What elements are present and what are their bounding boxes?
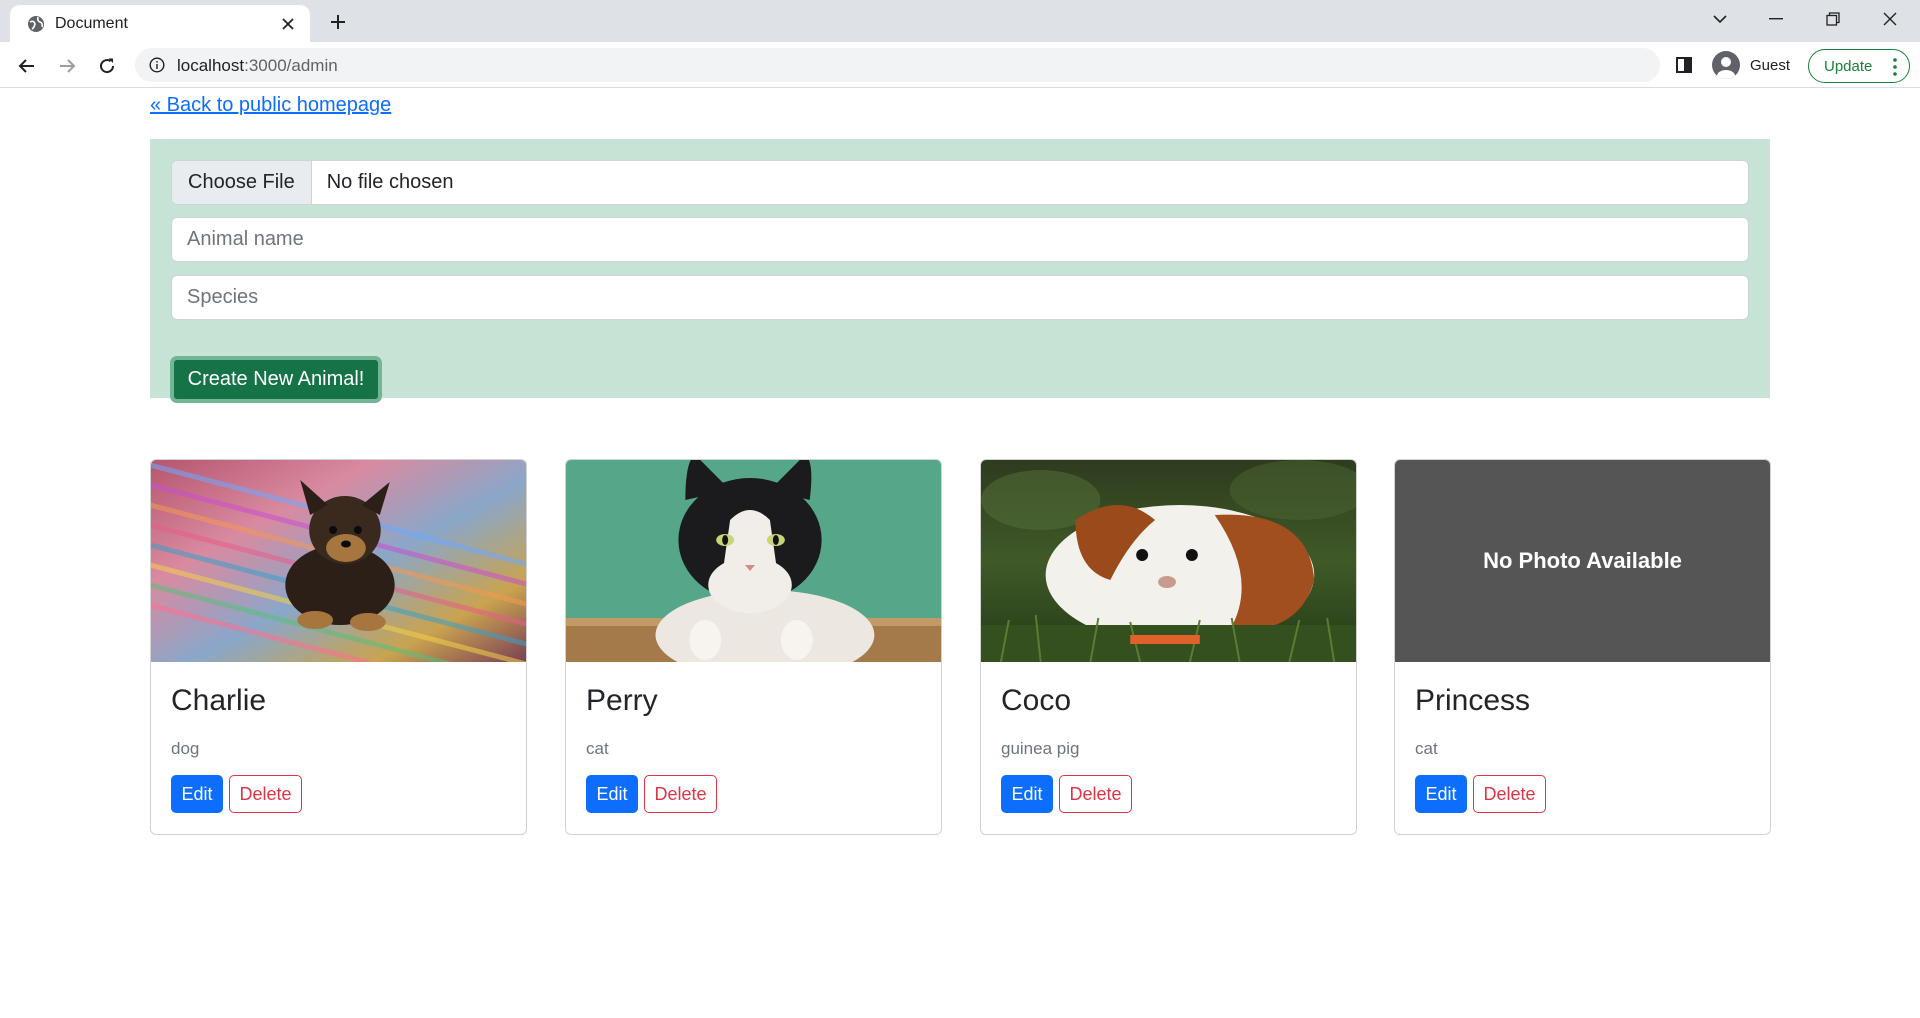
animal-card: Charlie dog Edit Delete xyxy=(150,459,527,835)
tab-title: Document xyxy=(55,15,128,32)
create-animal-button[interactable]: Create New Animal! xyxy=(170,356,382,403)
delete-button[interactable]: Delete xyxy=(229,775,302,813)
animal-card: Coco guinea pig Edit Delete xyxy=(980,459,1357,835)
tab-search-icon[interactable] xyxy=(1692,0,1748,38)
profile-button[interactable]: Guest xyxy=(1708,49,1800,81)
animal-name: Princess xyxy=(1415,684,1531,717)
browser-toolbar: localhost:3000/admin Guest Update xyxy=(0,42,1920,88)
animal-card: No Photo Available Princess cat Edit Del… xyxy=(1394,459,1771,835)
globe-icon xyxy=(26,14,46,34)
delete-button[interactable]: Delete xyxy=(644,775,717,813)
animal-name-input[interactable] xyxy=(171,217,1749,262)
browser-tab[interactable]: Document xyxy=(10,5,310,42)
minimize-icon[interactable] xyxy=(1748,0,1804,38)
photo-file-input[interactable]: Choose File No file chosen xyxy=(171,160,1749,205)
edit-button[interactable]: Edit xyxy=(586,775,638,813)
side-panel-icon[interactable] xyxy=(1672,53,1696,77)
back-to-homepage-link[interactable]: « Back to public homepage xyxy=(150,94,391,117)
browser-tabstrip: Document xyxy=(0,0,1920,42)
animal-species: guinea pig xyxy=(1001,739,1080,758)
animal-name: Perry xyxy=(586,684,658,717)
no-photo-placeholder: No Photo Available xyxy=(1395,460,1770,662)
close-window-icon[interactable] xyxy=(1862,0,1918,38)
url-text: localhost:3000/admin xyxy=(177,56,338,75)
species-input[interactable] xyxy=(171,275,1749,320)
update-button[interactable]: Update xyxy=(1808,49,1910,83)
avatar-icon xyxy=(1712,51,1740,79)
cat-photo xyxy=(566,460,941,662)
animal-card: Perry cat Edit Delete xyxy=(565,459,942,835)
edit-button[interactable]: Edit xyxy=(1001,775,1053,813)
animal-species: cat xyxy=(586,739,609,758)
forward-arrow-icon[interactable] xyxy=(52,51,82,81)
choose-file-button[interactable]: Choose File xyxy=(172,161,312,204)
reload-icon[interactable] xyxy=(92,51,122,81)
edit-button[interactable]: Edit xyxy=(1415,775,1467,813)
animal-card-grid: Charlie dog Edit Delete Perry cat Edit D… xyxy=(150,459,1771,835)
close-tab-icon[interactable] xyxy=(276,12,300,36)
new-tab-icon[interactable] xyxy=(324,8,352,36)
animal-species: cat xyxy=(1415,739,1438,758)
edit-button[interactable]: Edit xyxy=(171,775,223,813)
restore-icon[interactable] xyxy=(1805,0,1861,38)
more-menu-icon[interactable] xyxy=(1893,58,1897,76)
update-label: Update xyxy=(1824,57,1873,75)
admin-page: « Back to public homepage Choose File No… xyxy=(0,89,1920,1018)
animal-name: Coco xyxy=(1001,684,1072,717)
address-bar[interactable]: localhost:3000/admin xyxy=(135,48,1660,82)
delete-button[interactable]: Delete xyxy=(1059,775,1132,813)
animal-name: Charlie xyxy=(171,684,267,717)
delete-button[interactable]: Delete xyxy=(1473,775,1546,813)
file-status: No file chosen xyxy=(326,171,454,193)
site-info-icon[interactable] xyxy=(149,57,165,73)
create-animal-form: Choose File No file chosen Create New An… xyxy=(150,139,1770,403)
profile-label: Guest xyxy=(1750,56,1791,74)
guinea-pig-photo xyxy=(981,460,1356,662)
puppy-photo xyxy=(151,460,526,662)
back-arrow-icon[interactable] xyxy=(12,51,42,81)
animal-species: dog xyxy=(171,739,200,758)
